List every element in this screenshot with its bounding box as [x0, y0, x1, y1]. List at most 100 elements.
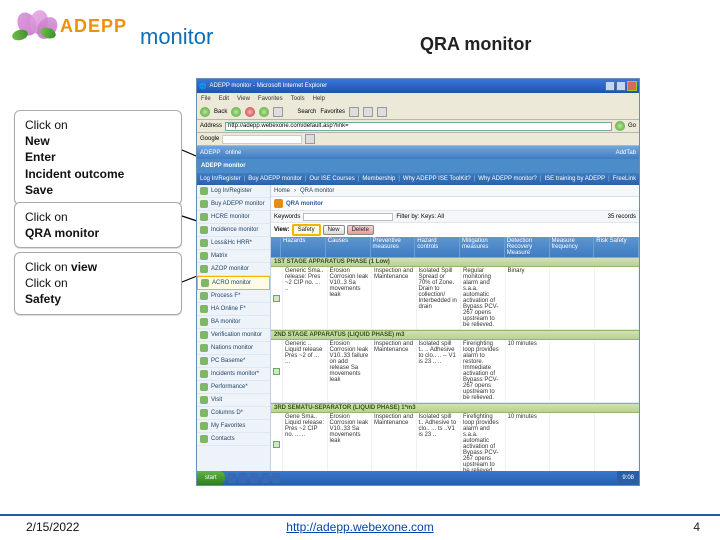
back-icon[interactable]: [200, 107, 210, 117]
section-header[interactable]: 1ST STAGE APPARATUS PHASE (1 Low): [271, 257, 639, 267]
ie-menubar[interactable]: File Edit View Favorites Tools Help: [197, 93, 639, 104]
section-header[interactable]: 3RD SEMATU-SEPARATOR (LIQUID PHASE) 1*m3: [271, 403, 639, 413]
cell-detect: Binary: [506, 267, 551, 329]
nav-7[interactable]: FreeLink: [613, 176, 636, 182]
keywords-input[interactable]: [303, 213, 393, 221]
ie-window: 🌐ADEPP monitor - Microsoft Internet Expl…: [196, 78, 640, 486]
window-controls[interactable]: [605, 81, 637, 91]
menu-view[interactable]: View: [237, 96, 250, 102]
sidebar-item[interactable]: Columns D*: [197, 407, 270, 420]
sidebar-item[interactable]: My Favorites: [197, 420, 270, 433]
menu-edit[interactable]: Edit: [219, 96, 229, 102]
sidebar-item[interactable]: BA monitor: [197, 316, 270, 329]
cell-freq: [550, 340, 595, 402]
adepp-top-1[interactable]: ADEPP: [200, 150, 220, 156]
sidebar-item[interactable]: Incidence monitor: [197, 224, 270, 237]
row-checkbox[interactable]: [273, 441, 280, 448]
th-prevent[interactable]: Preventive measures: [371, 237, 416, 257]
sidebar-item[interactable]: Contacts: [197, 433, 270, 446]
sidebar-icon: [200, 357, 208, 365]
mail-icon[interactable]: [363, 107, 373, 117]
footer-url[interactable]: http://adepp.webexone.com: [286, 520, 433, 534]
adepp-addtab[interactable]: AddTab: [616, 150, 636, 156]
nav-3[interactable]: Membership: [362, 176, 395, 182]
min-icon[interactable]: [605, 81, 615, 91]
sidebar-item[interactable]: Verification monitor: [197, 329, 270, 342]
th-hazards[interactable]: Hazards: [281, 237, 326, 257]
google-go-icon[interactable]: [305, 134, 315, 144]
sidebar-item[interactable]: Matrix: [197, 250, 270, 263]
table-row[interactable]: Gene Sma.. Liquid release: Pres ~2 CIP n…: [271, 413, 639, 471]
menu-file[interactable]: File: [201, 96, 211, 102]
close-icon[interactable]: [627, 81, 637, 91]
favorites-label[interactable]: Favorites: [320, 109, 345, 115]
sidebar-label: Nations monitor: [211, 345, 253, 351]
row-checkbox[interactable]: [273, 295, 280, 302]
max-icon[interactable]: [616, 81, 626, 91]
menu-favorites[interactable]: Favorites: [258, 96, 283, 102]
nav-6[interactable]: ISE training by ADEPP: [544, 176, 605, 182]
sidebar-icon: [200, 435, 208, 443]
sidebar-item[interactable]: Incidents monitor*: [197, 368, 270, 381]
th-causes[interactable]: Causes: [326, 237, 371, 257]
task-item[interactable]: [239, 473, 247, 483]
go-icon[interactable]: [615, 121, 625, 131]
address-input[interactable]: [225, 122, 612, 131]
sidebar-item[interactable]: Loss&Hc HRR*: [197, 237, 270, 250]
go-label[interactable]: Go: [628, 123, 636, 129]
menu-tools[interactable]: Tools: [291, 96, 305, 102]
back-label[interactable]: Back: [214, 109, 227, 115]
qra-title-text: QRA monitor: [286, 201, 323, 207]
nav-4[interactable]: Why ADEPP ISE ToolKit?: [403, 176, 471, 182]
th-freq[interactable]: Measure frequency: [550, 237, 595, 257]
sidebar-item[interactable]: Buy ADEPP monitor: [197, 198, 270, 211]
sidebar-item[interactable]: HCRE monitor: [197, 211, 270, 224]
th-mitig[interactable]: Mitigation measures: [460, 237, 505, 257]
home-icon[interactable]: [273, 107, 283, 117]
nav-1[interactable]: Buy ADEPP monitor: [248, 176, 302, 182]
start-button[interactable]: start: [197, 471, 225, 485]
section-header[interactable]: 2ND STAGE APPARATUS (LIQUID PHASE) m3: [271, 330, 639, 340]
task-item[interactable]: [250, 473, 258, 483]
task-item[interactable]: [228, 473, 236, 483]
menu-help[interactable]: Help: [313, 96, 325, 102]
nav-date: Tuesday, September 25, 2007: [639, 176, 640, 182]
sidebar-item[interactable]: Process F*: [197, 290, 270, 303]
refresh-icon[interactable]: [259, 107, 269, 117]
task-item[interactable]: [272, 473, 280, 483]
sidebar-item[interactable]: Nations monitor: [197, 342, 270, 355]
sidebar-item[interactable]: Visit: [197, 394, 270, 407]
stop-icon[interactable]: [245, 107, 255, 117]
fwd-icon[interactable]: [231, 107, 241, 117]
cell-detect: 10 minutes: [506, 413, 551, 471]
table-row[interactable]: Generic Sma.. release: Pres ~2 CIP no. .…: [271, 267, 639, 330]
th-detect[interactable]: Detection Recovery Measure: [505, 237, 550, 257]
sidebar-item[interactable]: PC Baseme*: [197, 355, 270, 368]
keywords-bar: Keywords Filter by: Keys: All 35 records: [271, 210, 639, 223]
th-risk[interactable]: Risk Safety: [594, 237, 639, 257]
nav-0[interactable]: Log In/Register: [200, 176, 241, 182]
sidebar-item[interactable]: ACRO monitor: [197, 276, 270, 290]
nav-2[interactable]: Our ISE Courses: [309, 176, 354, 182]
th-hazctl[interactable]: Hazard controls: [415, 237, 460, 257]
table-row[interactable]: Generic .. Liquid release Pres ~2 of ...…: [271, 340, 639, 403]
system-tray[interactable]: 9:08: [617, 471, 639, 485]
sidebar-item[interactable]: AZOP monitor: [197, 263, 270, 276]
sidebar-item[interactable]: Log In/Register: [197, 185, 270, 198]
nav-5[interactable]: Why ADEPP monitor?: [478, 176, 537, 182]
crumb-qra[interactable]: QRA monitor: [300, 188, 334, 194]
print-icon[interactable]: [377, 107, 387, 117]
search-label[interactable]: Search: [297, 109, 316, 115]
google-input[interactable]: [222, 135, 302, 144]
new-button[interactable]: New: [323, 225, 345, 235]
sidebar-item[interactable]: HA Online F*: [197, 303, 270, 316]
crumb-home[interactable]: Home: [274, 188, 290, 194]
row-checkbox[interactable]: [273, 368, 280, 375]
sidebar-item[interactable]: Performance*: [197, 381, 270, 394]
safety-button[interactable]: Safety: [292, 224, 321, 236]
history-icon[interactable]: [349, 107, 359, 117]
cell-prevent: Inspection and Maintenance: [372, 267, 417, 329]
task-item[interactable]: [261, 473, 269, 483]
delete-button[interactable]: Delete: [347, 225, 374, 235]
adepp-top-2[interactable]: online: [225, 150, 241, 156]
